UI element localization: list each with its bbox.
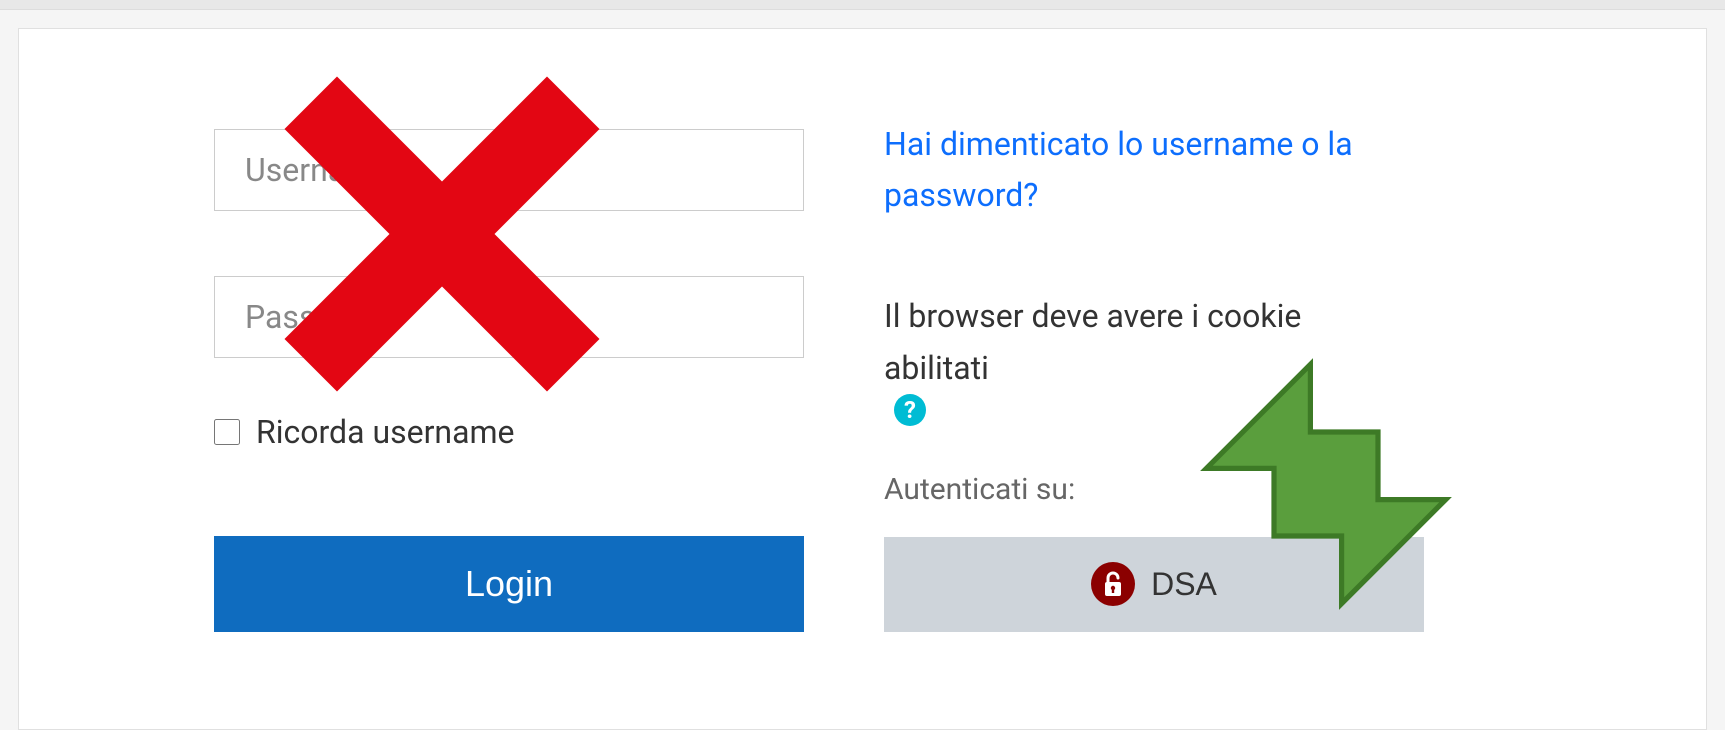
remember-username-checkbox[interactable] xyxy=(214,419,240,445)
cookie-notice-text: Il browser deve avere i cookie abilitati xyxy=(884,291,1404,393)
help-icon[interactable]: ? xyxy=(894,394,926,426)
forgot-credentials-link[interactable]: Hai dimenticato lo username o la passwor… xyxy=(884,119,1404,221)
password-input[interactable]: Password xyxy=(214,276,804,358)
login-panel: Username Password Ricorda username Login… xyxy=(18,28,1707,730)
unlock-icon xyxy=(1091,562,1135,606)
remember-username-checkbox-row[interactable]: Ricorda username xyxy=(214,413,804,451)
remember-username-label: Ricorda username xyxy=(256,413,515,451)
login-button[interactable]: Login xyxy=(214,536,804,632)
login-form: Username Password Ricorda username Login xyxy=(214,119,804,729)
dsa-auth-button[interactable]: DSA xyxy=(884,537,1424,632)
cookie-notice: Il browser deve avere i cookie abilitati… xyxy=(884,291,1404,431)
top-bar xyxy=(0,0,1725,10)
dsa-auth-label: DSA xyxy=(1151,566,1217,603)
username-input[interactable]: Username xyxy=(214,129,804,211)
login-side-info: Hai dimenticato lo username o la passwor… xyxy=(884,119,1404,729)
authenticate-on-label: Autenticati su: xyxy=(884,472,1404,507)
